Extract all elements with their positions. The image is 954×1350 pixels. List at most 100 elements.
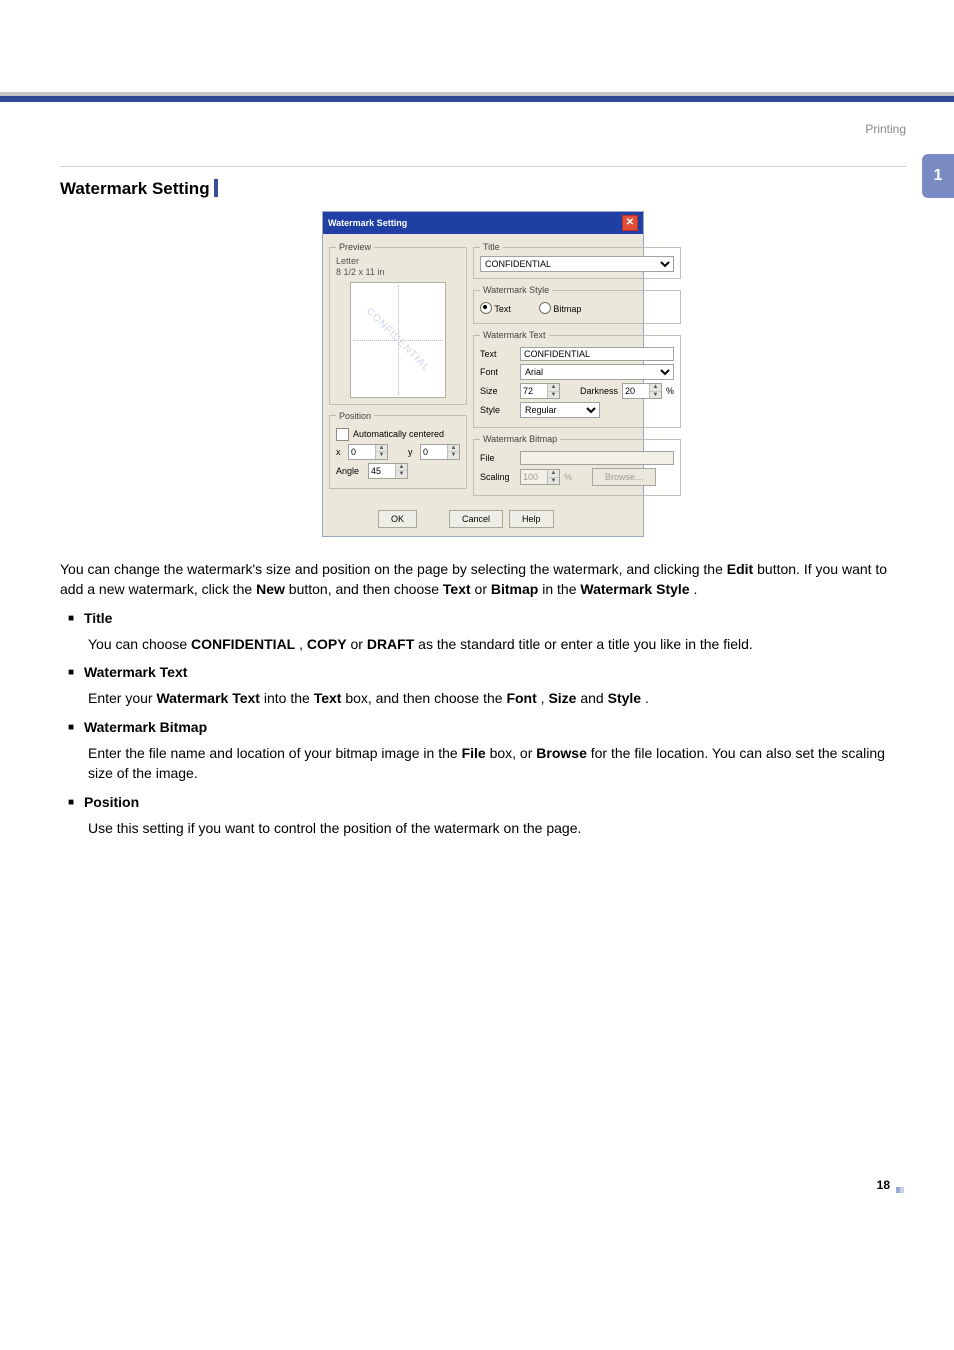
chevron-down-icon[interactable]: ▼ <box>650 392 661 399</box>
style-bitmap-option[interactable]: Bitmap <box>539 302 582 314</box>
bullet-pos-label: Position <box>84 794 139 810</box>
preview-legend: Preview <box>336 242 374 252</box>
top-whitespace <box>0 0 954 92</box>
chevron-up-icon[interactable]: ▲ <box>376 445 387 453</box>
title-group: Title CONFIDENTIAL <box>473 242 681 279</box>
bullet-title-label: Title <box>84 610 113 626</box>
wt-paragraph: Enter your Watermark Text into the Text … <box>60 688 906 708</box>
bullet-icon: ■ <box>68 613 74 624</box>
page-mark-icon <box>896 1182 906 1188</box>
chevron-down-icon[interactable]: ▼ <box>396 471 407 478</box>
darkness-unit: % <box>666 386 674 396</box>
bullet-icon: ■ <box>68 797 74 808</box>
style-legend: Watermark Style <box>480 285 552 295</box>
chevron-up-icon: ▲ <box>548 470 559 478</box>
angle-input[interactable] <box>369 464 395 478</box>
y-label: y <box>408 447 416 457</box>
size-input[interactable] <box>521 384 547 398</box>
bullet-watermark-bitmap: ■ Watermark Bitmap <box>60 717 906 737</box>
angle-label: Angle <box>336 466 364 476</box>
running-header-text: Printing <box>865 122 906 136</box>
intro-edit: Edit <box>727 561 753 577</box>
close-icon[interactable]: ✕ <box>622 215 638 231</box>
angle-stepper[interactable]: ▲▼ <box>368 463 408 479</box>
radio-icon <box>539 302 551 314</box>
bullet-wb-label: Watermark Bitmap <box>84 719 207 735</box>
preview-paper-name: Letter <box>336 256 460 267</box>
running-header: Printing <box>60 122 906 136</box>
intro-bitmap: Bitmap <box>491 581 538 597</box>
style-bitmap-label: Bitmap <box>553 304 581 314</box>
section-title-text: Watermark Setting <box>60 179 210 198</box>
page-number: 18 <box>877 1178 890 1192</box>
x-label: x <box>336 447 344 457</box>
chevron-up-icon[interactable]: ▲ <box>448 445 459 453</box>
x-input[interactable] <box>349 445 375 459</box>
help-button[interactable]: Help <box>509 510 554 528</box>
dialog-title-text: Watermark Setting <box>328 218 407 228</box>
darkness-stepper[interactable]: ▲▼ <box>622 383 662 399</box>
style-text-option[interactable]: Text <box>480 302 511 314</box>
darkness-label: Darkness <box>580 386 618 396</box>
scaling-stepper: ▲▼ <box>520 469 560 485</box>
xy-row: x ▲▼ y ▲▼ <box>336 444 460 460</box>
title-legend: Title <box>480 242 503 252</box>
title-select[interactable]: CONFIDENTIAL <box>480 256 674 272</box>
file-input <box>520 451 674 465</box>
preview-paper-dims: 8 1/2 x 11 in <box>336 267 460 278</box>
auto-center-row: Automatically centered <box>336 428 460 441</box>
page-footer: 18 <box>877 1178 906 1192</box>
watermark-bitmap-group: Watermark Bitmap File Scaling ▲▼ % <box>473 434 681 496</box>
style-label: Style <box>480 405 516 415</box>
preview-paper-info: Letter 8 1/2 x 11 in <box>336 256 460 278</box>
watermark-text-legend: Watermark Text <box>480 330 549 340</box>
position-group: Position Automatically centered x ▲▼ <box>329 411 467 489</box>
ok-button[interactable]: OK <box>378 510 417 528</box>
bullet-wt-label: Watermark Text <box>84 664 187 680</box>
bottom-whitespace <box>60 844 906 1144</box>
text-input[interactable] <box>520 347 674 361</box>
size-stepper[interactable]: ▲▼ <box>520 383 560 399</box>
dialog-footer: OK Cancel Help <box>323 504 643 536</box>
style-radios: Text Bitmap <box>480 302 674 314</box>
chevron-up-icon[interactable]: ▲ <box>396 464 407 472</box>
radio-icon <box>480 302 492 314</box>
text-label: Text <box>480 349 516 359</box>
chevron-up-icon[interactable]: ▲ <box>650 384 661 392</box>
y-input[interactable] <box>421 445 447 459</box>
chevron-down-icon[interactable]: ▼ <box>376 452 387 459</box>
size-label: Size <box>480 386 516 396</box>
scaling-unit: % <box>564 472 572 482</box>
bullet-watermark-text: ■ Watermark Text <box>60 662 906 682</box>
dialog-titlebar: Watermark Setting ✕ <box>323 212 643 234</box>
wb-paragraph: Enter the file name and location of your… <box>60 743 906 784</box>
title-paragraph: You can choose CONFIDENTIAL , COPY or DR… <box>60 634 906 654</box>
intro-text: Text <box>443 581 471 597</box>
preview-box: CONFIDENTIAL <box>350 282 446 398</box>
file-label: File <box>480 453 516 463</box>
auto-center-label: Automatically centered <box>353 429 444 439</box>
watermark-dialog: Watermark Setting ✕ Preview Letter 8 1/2… <box>322 211 644 537</box>
style-select[interactable]: Regular <box>520 402 600 418</box>
font-select[interactable]: Arial <box>520 364 674 380</box>
bullet-position: ■ Position <box>60 792 906 812</box>
chevron-down-icon[interactable]: ▼ <box>548 392 559 399</box>
watermark-text-group: Watermark Text Text Font Arial S <box>473 330 681 428</box>
intro-new: New <box>256 581 285 597</box>
watermark-bitmap-legend: Watermark Bitmap <box>480 434 560 444</box>
style-group: Watermark Style Text Bitmap <box>473 285 681 324</box>
bullet-icon: ■ <box>68 722 74 733</box>
darkness-input[interactable] <box>623 384 649 398</box>
auto-center-checkbox[interactable] <box>336 428 349 441</box>
browse-button: Browse... <box>592 468 656 486</box>
x-stepper[interactable]: ▲▼ <box>348 444 388 460</box>
y-stepper[interactable]: ▲▼ <box>420 444 460 460</box>
chevron-up-icon[interactable]: ▲ <box>548 384 559 392</box>
cancel-button[interactable]: Cancel <box>449 510 503 528</box>
chevron-down-icon[interactable]: ▼ <box>448 452 459 459</box>
header-underline <box>60 166 906 167</box>
page-container: Printing 1 Watermark Setting Watermark S… <box>0 102 954 1184</box>
intro-watermark-style: Watermark Style <box>580 581 689 597</box>
angle-row: Angle ▲▼ <box>336 463 460 479</box>
scaling-label: Scaling <box>480 472 516 482</box>
